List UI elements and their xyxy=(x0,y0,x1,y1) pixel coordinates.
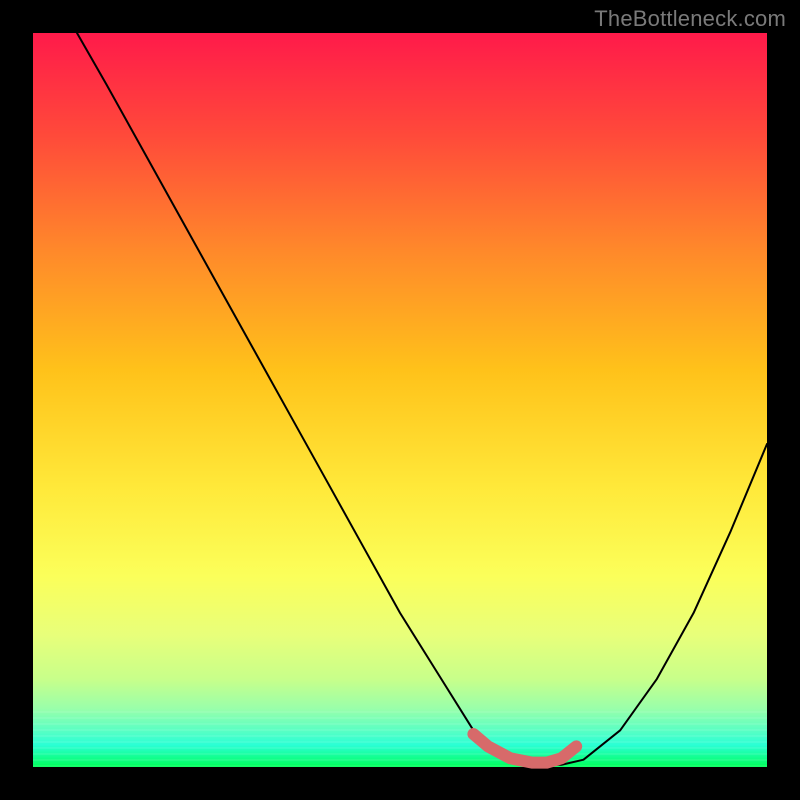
watermark-text: TheBottleneck.com xyxy=(594,6,786,32)
chart-svg xyxy=(33,33,767,767)
chart-frame: TheBottleneck.com xyxy=(0,0,800,800)
bottleneck-curve xyxy=(77,33,767,765)
optimal-range-overlay xyxy=(473,734,576,763)
